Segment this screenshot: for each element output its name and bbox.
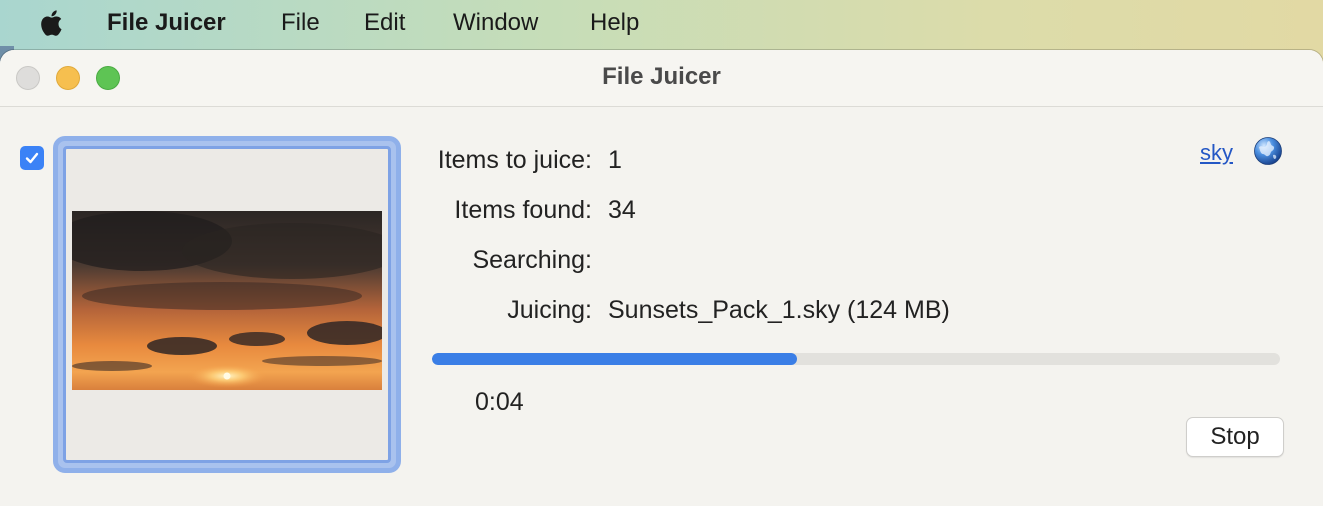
include-item-checkbox[interactable] [20, 146, 44, 170]
stop-button[interactable]: Stop [1186, 417, 1284, 457]
juicing-label: Juicing: [507, 296, 592, 324]
menu-file[interactable]: File [281, 9, 320, 37]
apple-logo-icon[interactable] [38, 8, 68, 38]
items-found-label: Items found: [454, 196, 592, 224]
searching-label: Searching: [472, 246, 592, 274]
elapsed-time: 0:04 [475, 388, 524, 416]
file-juicer-window: File Juicer Items to juice: 1 Items foun… [0, 50, 1323, 506]
globe-icon[interactable] [1253, 136, 1283, 166]
title-bar[interactable]: File Juicer [0, 50, 1323, 107]
items-to-juice-value: 1 [608, 146, 622, 174]
juicing-value: Sunsets_Pack_1.sky (124 MB) [608, 296, 950, 324]
checkmark-icon [25, 152, 39, 164]
menu-edit[interactable]: Edit [364, 9, 405, 37]
menu-help[interactable]: Help [590, 9, 639, 37]
window-title: File Juicer [602, 63, 721, 90]
menu-app-name[interactable]: File Juicer [107, 9, 226, 37]
items-found-value: 34 [608, 196, 636, 224]
menu-bar: File Juicer File Edit Window Help [0, 0, 1323, 46]
file-type-link[interactable]: sky [1200, 140, 1233, 166]
juicing-progress-bar [432, 353, 1280, 365]
progress-fill [432, 353, 797, 365]
items-to-juice-label: Items to juice: [437, 146, 592, 174]
menu-window[interactable]: Window [453, 9, 538, 37]
